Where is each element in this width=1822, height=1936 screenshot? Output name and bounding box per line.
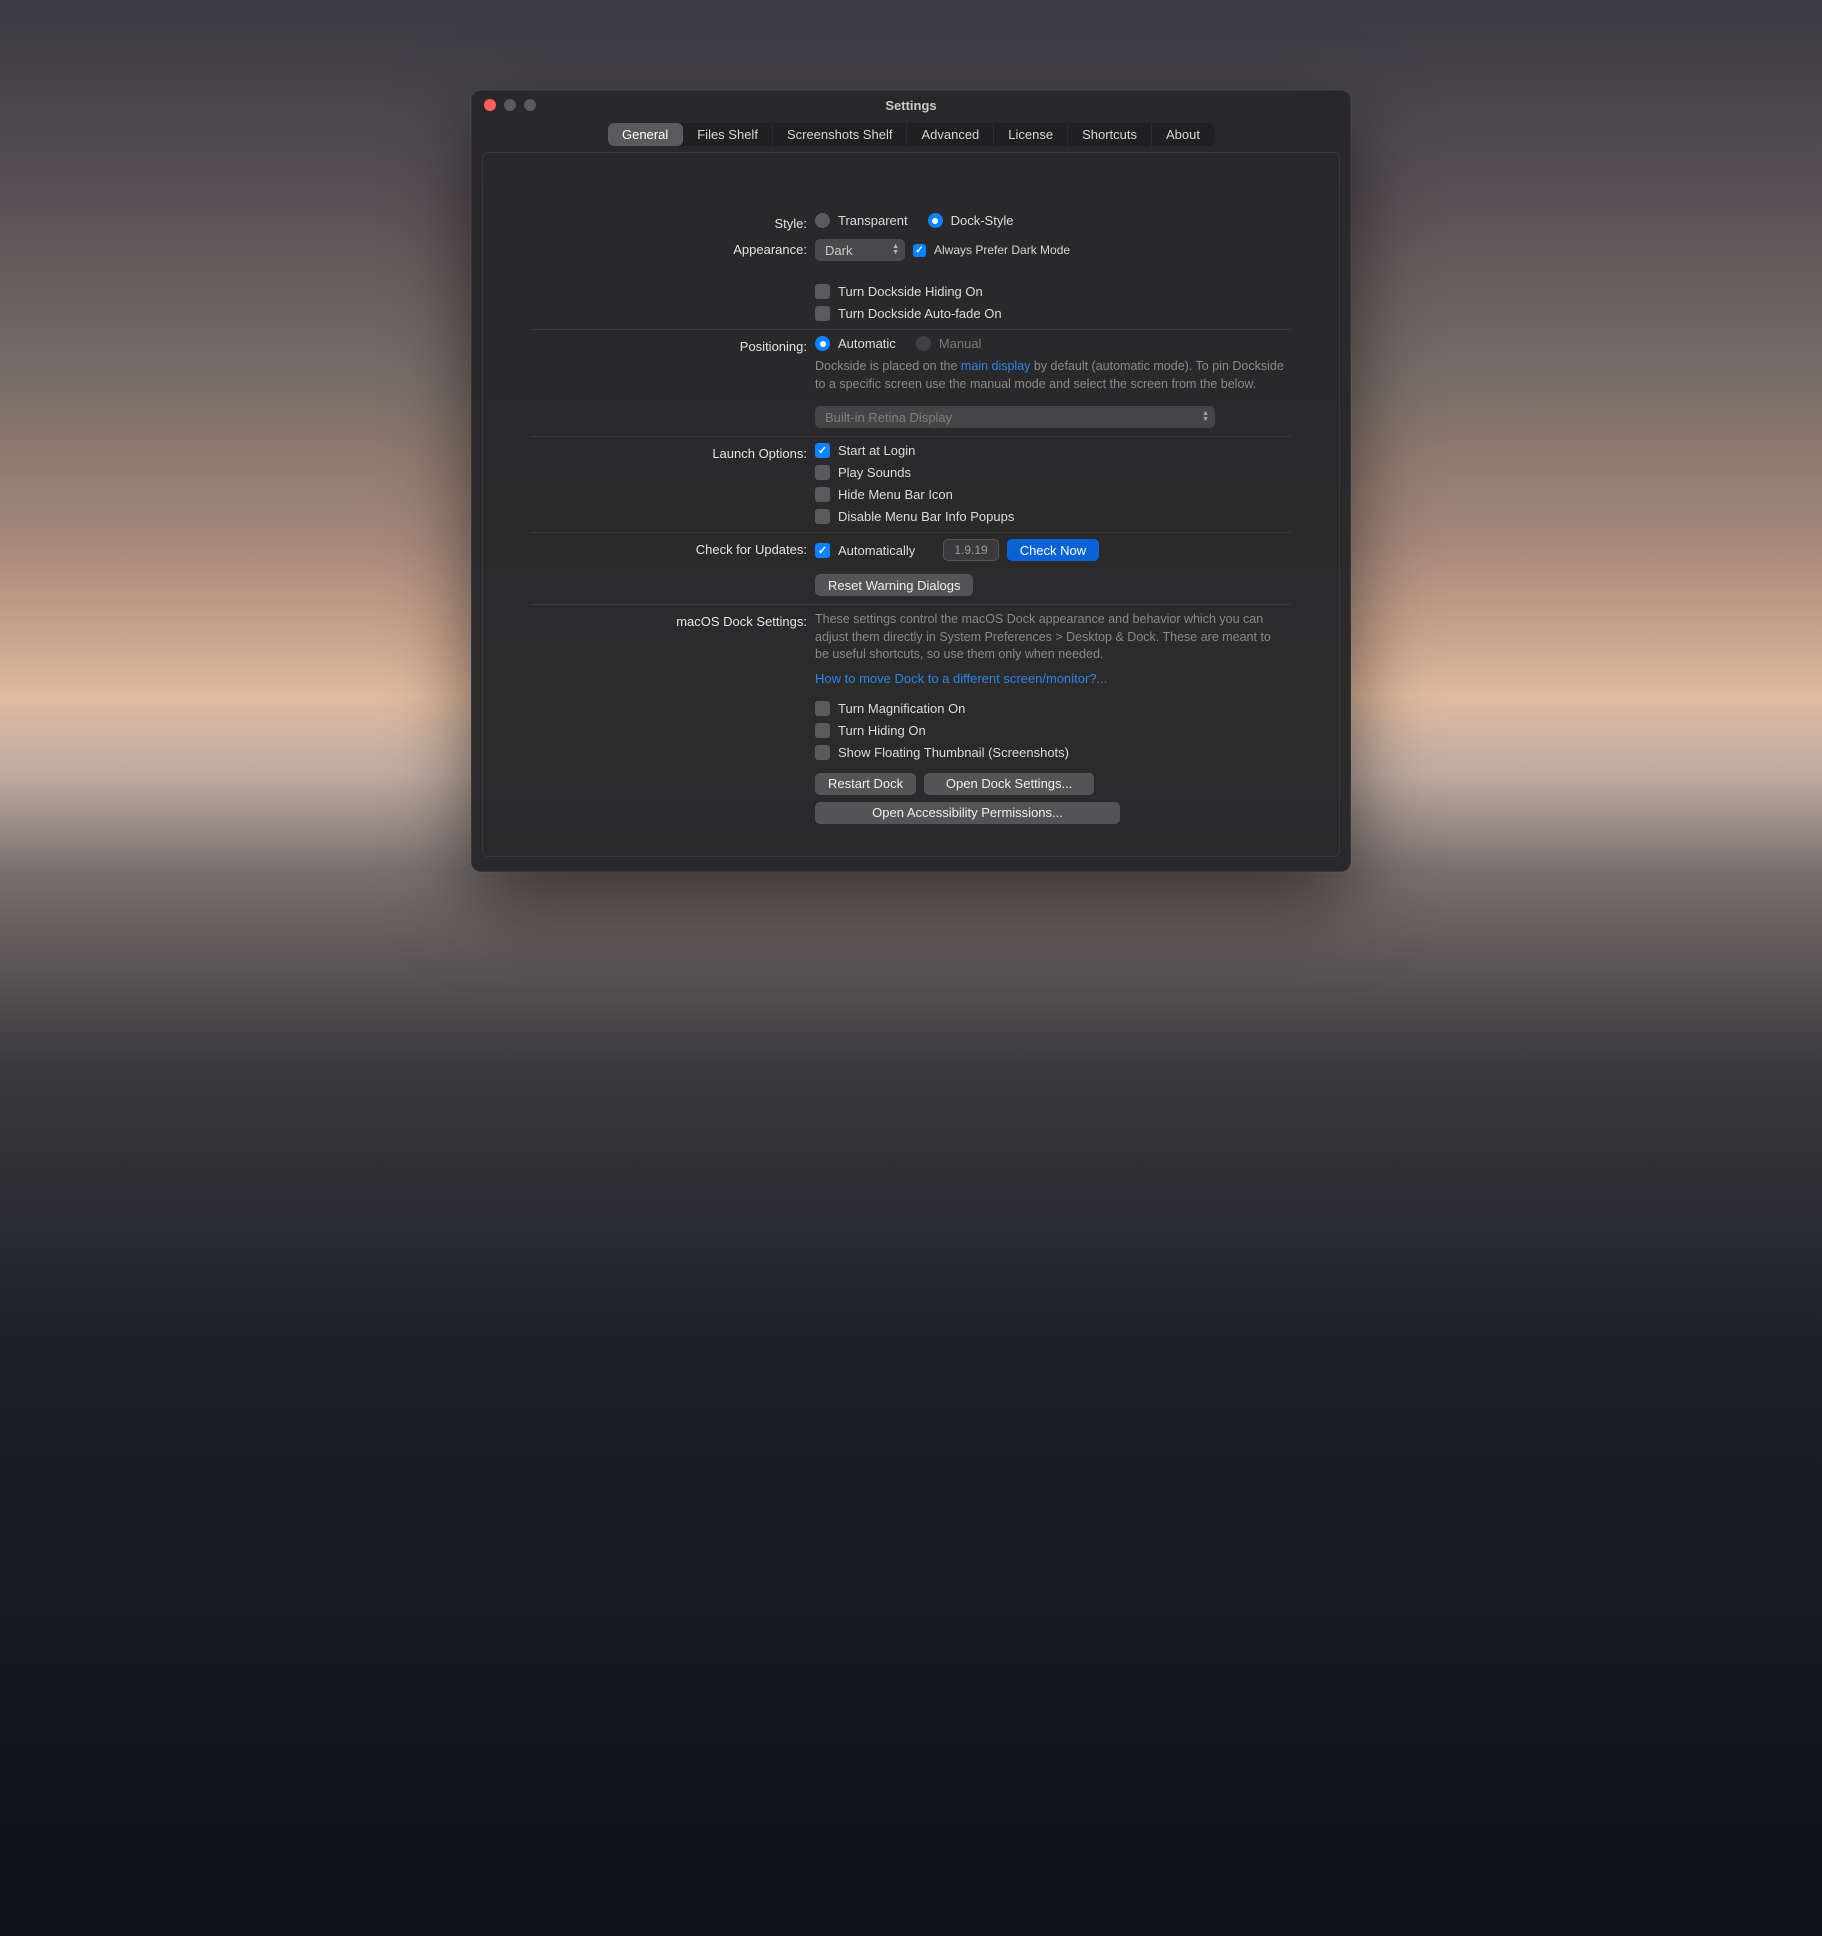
restart-dock-button[interactable]: Restart Dock: [815, 773, 916, 795]
updates-auto-label: Automatically: [838, 543, 915, 558]
magnification-label: Turn Magnification On: [838, 701, 965, 716]
autofade-checkbox[interactable]: [815, 306, 830, 321]
main-display-link[interactable]: main display: [961, 359, 1030, 373]
tab-general[interactable]: General: [608, 123, 683, 146]
tab-bar: General Files Shelf Screenshots Shelf Ad…: [472, 119, 1350, 152]
thumbnail-checkbox[interactable]: [815, 745, 830, 760]
start-login-label: Start at Login: [838, 443, 915, 458]
positioning-label: Positioning:: [507, 336, 807, 354]
positioning-automatic-radio[interactable]: [815, 336, 830, 351]
window-title: Settings: [885, 98, 936, 113]
display-select[interactable]: Built-in Retina Display ▲▼: [815, 406, 1215, 428]
style-row: Style: Transparent Dock-Style: [507, 213, 1315, 231]
hide-menubar-label: Hide Menu Bar Icon: [838, 487, 953, 502]
version-badge: 1.9.19: [943, 539, 998, 561]
start-login-checkbox[interactable]: [815, 443, 830, 458]
launch-row: Launch Options: Start at Login Play Soun…: [507, 443, 1315, 524]
always-dark-label: Always Prefer Dark Mode: [934, 243, 1070, 257]
open-accessibility-button[interactable]: Open Accessibility Permissions...: [815, 802, 1120, 824]
tab-license[interactable]: License: [994, 123, 1068, 146]
reset-dialogs-button[interactable]: Reset Warning Dialogs: [815, 574, 973, 596]
launch-label: Launch Options:: [507, 443, 807, 461]
tab-screenshots-shelf[interactable]: Screenshots Shelf: [773, 123, 908, 146]
tab-files-shelf[interactable]: Files Shelf: [683, 123, 773, 146]
positioning-help: Dockside is placed on the main display b…: [815, 358, 1285, 393]
titlebar: Settings: [472, 91, 1350, 119]
play-sounds-checkbox[interactable]: [815, 465, 830, 480]
dock-row: macOS Dock Settings: These settings cont…: [507, 611, 1315, 824]
hide-menubar-checkbox[interactable]: [815, 487, 830, 502]
positioning-manual-label: Manual: [939, 336, 982, 351]
display-select-value: Built-in Retina Display: [825, 410, 952, 425]
thumbnail-label: Show Floating Thumbnail (Screenshots): [838, 745, 1069, 760]
autofade-label: Turn Dockside Auto-fade On: [838, 306, 1002, 321]
updates-auto-checkbox[interactable]: [815, 543, 830, 558]
dock-help: These settings control the macOS Dock ap…: [815, 611, 1285, 664]
disable-popups-checkbox[interactable]: [815, 509, 830, 524]
magnification-checkbox[interactable]: [815, 701, 830, 716]
style-transparent-radio[interactable]: [815, 213, 830, 228]
chevron-updown-icon: ▲▼: [892, 244, 899, 256]
always-dark-checkbox[interactable]: [913, 244, 926, 257]
style-dock-label: Dock-Style: [951, 213, 1014, 228]
dock-label: macOS Dock Settings:: [507, 611, 807, 629]
open-dock-settings-button[interactable]: Open Dock Settings...: [924, 773, 1094, 795]
tab-about[interactable]: About: [1152, 123, 1214, 146]
minimize-button[interactable]: [504, 99, 516, 111]
hiding-label: Turn Dockside Hiding On: [838, 284, 983, 299]
dock-hiding-label: Turn Hiding On: [838, 723, 926, 738]
disable-popups-label: Disable Menu Bar Info Popups: [838, 509, 1014, 524]
tab-shortcuts[interactable]: Shortcuts: [1068, 123, 1152, 146]
positioning-manual-radio[interactable]: [916, 336, 931, 351]
updates-row: Check for Updates: Automatically 1.9.19 …: [507, 539, 1315, 596]
dock-move-help-link[interactable]: How to move Dock to a different screen/m…: [815, 671, 1107, 686]
check-now-button[interactable]: Check Now: [1007, 539, 1099, 561]
appearance-select-value: Dark: [825, 243, 852, 258]
settings-window: Settings General Files Shelf Screenshots…: [471, 90, 1351, 872]
hiding-checkbox[interactable]: [815, 284, 830, 299]
appearance-select[interactable]: Dark ▲▼: [815, 239, 905, 261]
positioning-automatic-label: Automatic: [838, 336, 896, 351]
style-label: Style:: [507, 213, 807, 231]
updates-label: Check for Updates:: [507, 539, 807, 557]
zoom-button[interactable]: [524, 99, 536, 111]
general-pane: Style: Transparent Dock-Style Appearance…: [482, 152, 1340, 857]
chevron-updown-icon: ▲▼: [1202, 411, 1209, 423]
style-transparent-label: Transparent: [838, 213, 908, 228]
tab-advanced[interactable]: Advanced: [907, 123, 994, 146]
close-button[interactable]: [484, 99, 496, 111]
dock-hiding-checkbox[interactable]: [815, 723, 830, 738]
play-sounds-label: Play Sounds: [838, 465, 911, 480]
appearance-row: Appearance: Dark ▲▼ Always Prefer Dark M…: [507, 239, 1315, 321]
style-dock-radio[interactable]: [928, 213, 943, 228]
positioning-row: Positioning: Automatic Manual Dockside i…: [507, 336, 1315, 428]
traffic-lights: [484, 91, 536, 119]
appearance-label: Appearance:: [507, 239, 807, 257]
